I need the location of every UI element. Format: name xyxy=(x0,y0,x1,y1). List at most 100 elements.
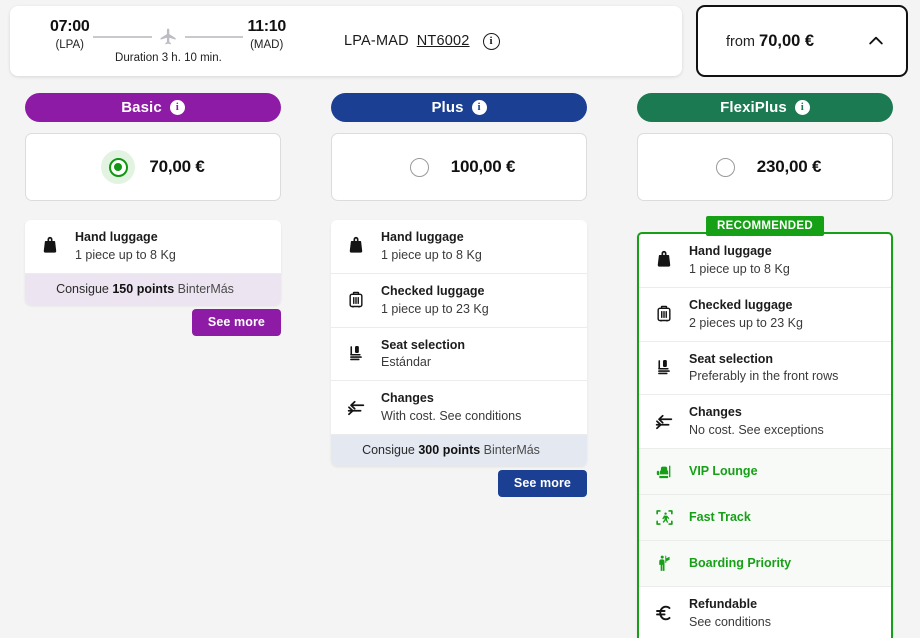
feature-text: ChangesWith cost. See conditions xyxy=(381,390,521,425)
checked-luggage-icon xyxy=(653,304,675,324)
fare-info-icon[interactable]: i xyxy=(170,100,185,115)
airplane-icon xyxy=(159,27,178,46)
fare-radio-wrapper[interactable] xyxy=(101,150,135,184)
arrival-time: 11:10 xyxy=(247,18,286,36)
from-price-value: 70,00 € xyxy=(759,32,814,50)
feature-text: Hand luggage1 piece up to 8 Kg xyxy=(381,229,482,264)
feature-text: Fast Track xyxy=(689,509,751,526)
feature-subtitle: 1 piece up to 8 Kg xyxy=(381,247,482,264)
seat-icon xyxy=(345,343,367,364)
feature-row: ChangesNo cost. See exceptions xyxy=(639,395,891,449)
fast-track-icon xyxy=(653,507,675,528)
fare-header-plus[interactable]: Plusi xyxy=(331,93,587,122)
feature-subtitle: Preferably in the front rows xyxy=(689,368,838,385)
chevron-up-icon[interactable] xyxy=(866,31,886,51)
hand-luggage-icon xyxy=(653,250,675,270)
feature-text: Seat selectionEstándar xyxy=(381,337,465,372)
fare-price-option-plus[interactable]: 100,00 € xyxy=(331,133,587,201)
see-more-row: See more xyxy=(331,466,587,497)
see-more-button-plus[interactable]: See more xyxy=(498,470,587,497)
fare-info-icon[interactable]: i xyxy=(795,100,810,115)
feature-subtitle: 1 piece up to 8 Kg xyxy=(75,247,176,264)
fare-radio-button[interactable] xyxy=(410,158,429,177)
hand-luggage-icon xyxy=(39,236,61,256)
line-right xyxy=(185,36,244,38)
fare-features-wrapper: RECOMMENDEDHand luggage1 piece up to 8 K… xyxy=(637,232,893,638)
fare-features-wrapper: Hand luggage1 piece up to 8 Kg Checked lu… xyxy=(331,220,587,466)
hand-luggage-icon xyxy=(345,236,367,256)
points-brand: BinterMás xyxy=(480,443,540,457)
line-left xyxy=(93,36,152,38)
fare-features-panel: Hand luggage1 piece up to 8 Kg Checked lu… xyxy=(637,232,893,638)
feature-row: Checked luggage1 piece up to 23 Kg xyxy=(331,274,587,328)
feature-row: Checked luggage2 pieces up to 23 Kg xyxy=(639,288,891,342)
feature-title: Changes xyxy=(689,404,824,421)
feature-title: Hand luggage xyxy=(75,229,176,246)
points-value: 150 points xyxy=(112,282,174,296)
flight-info-icon[interactable]: i xyxy=(483,33,500,50)
feature-title: Refundable xyxy=(689,596,771,613)
departure-time: 07:00 xyxy=(50,18,89,36)
feature-row: Hand luggage1 piece up to 8 Kg xyxy=(331,220,587,274)
fare-price-value: 230,00 € xyxy=(757,157,822,177)
vip-lounge-icon xyxy=(653,461,675,482)
fare-header-basic[interactable]: Basici xyxy=(25,93,281,122)
route-info: LPA-MAD NT6002 i xyxy=(344,33,500,50)
euro-icon xyxy=(653,602,675,624)
fare-radio-wrapper[interactable] xyxy=(709,150,743,184)
loyalty-points-row: Consigue 150 points BinterMás xyxy=(25,274,281,305)
boarding-priority-icon xyxy=(653,553,675,574)
fare-name-label: Basic xyxy=(121,99,162,116)
feature-title: Seat selection xyxy=(381,337,465,354)
feature-title: Hand luggage xyxy=(689,243,790,260)
fare-radio-button[interactable] xyxy=(716,158,735,177)
fare-radio-wrapper[interactable] xyxy=(403,150,437,184)
feature-title: Hand luggage xyxy=(381,229,482,246)
feature-row: Fast Track xyxy=(639,495,891,541)
feature-title: Checked luggage xyxy=(689,297,803,314)
changes-arrows-icon xyxy=(653,411,675,433)
feature-row: VIP Lounge xyxy=(639,449,891,495)
loyalty-points-row: Consigue 300 points BinterMás xyxy=(331,435,587,466)
from-prefix: from xyxy=(726,34,759,50)
from-price-selector[interactable]: from 70,00 € xyxy=(696,5,908,77)
fare-price-option-basic[interactable]: 70,00 € xyxy=(25,133,281,201)
feature-title: Checked luggage xyxy=(381,283,489,300)
see-more-button-basic[interactable]: See more xyxy=(192,309,281,336)
duration-block: Duration 3 h. 10 min. xyxy=(93,18,243,64)
feature-text: Checked luggage2 pieces up to 23 Kg xyxy=(689,297,803,332)
points-brand: BinterMás xyxy=(174,282,234,296)
feature-subtitle: 1 piece up to 8 Kg xyxy=(689,261,790,278)
see-more-row: See more xyxy=(25,305,281,336)
feature-subtitle: No cost. See exceptions xyxy=(689,422,824,439)
fare-features-panel: Hand luggage1 piece up to 8 Kg Checked lu… xyxy=(331,220,587,466)
fare-features-wrapper: Hand luggage1 piece up to 8 KgConsigue 1… xyxy=(25,220,281,305)
fare-radio-button[interactable] xyxy=(109,158,128,177)
flight-duration: Duration 3 h. 10 min. xyxy=(115,52,222,64)
feature-subtitle: See conditions xyxy=(689,614,771,631)
route-label: LPA-MAD xyxy=(344,33,409,49)
seat-icon xyxy=(653,357,675,378)
fare-info-icon[interactable]: i xyxy=(472,100,487,115)
arrival-block: 11:10 (MAD) xyxy=(247,18,286,51)
fare-header-flexiplus[interactable]: FlexiPlusi xyxy=(637,93,893,122)
fare-columns: Basici70,00 €Hand luggage1 piece up to 8… xyxy=(0,93,920,638)
feature-text: VIP Lounge xyxy=(689,463,758,480)
fare-price-value: 70,00 € xyxy=(149,157,204,177)
fare-name-label: Plus xyxy=(431,99,463,116)
fare-column-plus: Plusi 100,00 € Hand luggage1 piece up to 8… xyxy=(306,93,612,638)
fare-selection-page: 07:00 (LPA) Duration 3 h. 10 min. 11:10 … xyxy=(0,0,920,638)
points-value: 300 points xyxy=(418,443,480,457)
feature-text: RefundableSee conditions xyxy=(689,596,771,631)
feature-row: Seat selectionEstándar xyxy=(331,328,587,382)
duration-line xyxy=(93,27,243,46)
fare-column-flexiplus: FlexiPlusi 230,00 € RECOMMENDEDHand luggag… xyxy=(612,93,918,638)
feature-row: Boarding Priority xyxy=(639,541,891,587)
feature-row: Hand luggage1 piece up to 8 Kg xyxy=(25,220,281,274)
fare-price-option-flexiplus[interactable]: 230,00 € xyxy=(637,133,893,201)
changes-arrows-icon xyxy=(345,397,367,419)
feature-row: RefundableSee conditions xyxy=(639,587,891,638)
fare-column-basic: Basici 70,00 € Hand luggage1 piece up to 8… xyxy=(0,93,306,638)
flight-number-link[interactable]: NT6002 xyxy=(417,33,470,49)
feature-title: Seat selection xyxy=(689,351,838,368)
